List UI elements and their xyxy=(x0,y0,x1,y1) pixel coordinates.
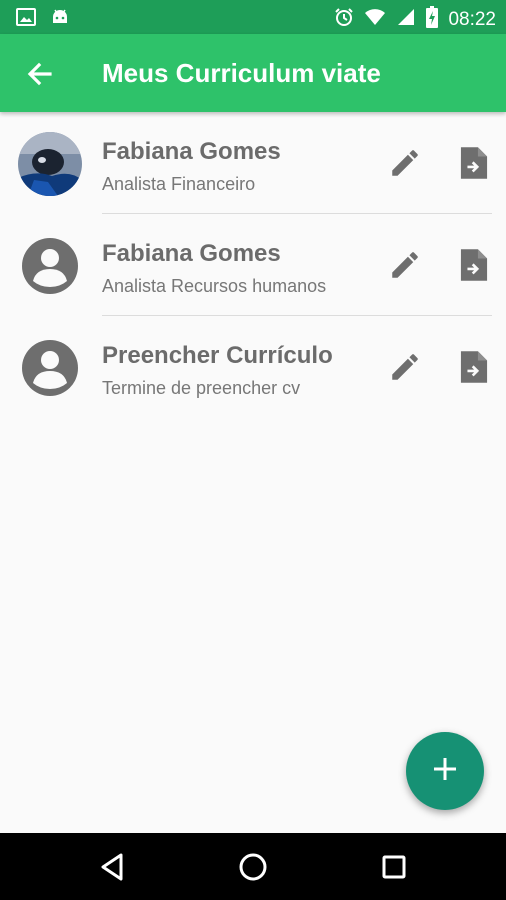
edit-button[interactable] xyxy=(388,248,422,282)
edit-button[interactable] xyxy=(388,146,422,180)
back-triangle-icon xyxy=(94,853,130,889)
list-item[interactable]: Fabiana Gomes Analista Recursos humanos xyxy=(0,214,506,316)
export-button[interactable] xyxy=(458,146,490,180)
item-name: Preencher Currículo xyxy=(102,342,333,369)
page-title: Meus Curriculum viate xyxy=(102,58,381,88)
status-time: 08:22 xyxy=(448,8,496,30)
nav-recents-button[interactable] xyxy=(376,849,412,885)
item-name: Fabiana Gomes xyxy=(102,240,281,267)
edit-icon xyxy=(388,354,422,388)
status-bar: 08:22 xyxy=(0,0,506,34)
export-button[interactable] xyxy=(458,350,490,384)
add-curriculum-button[interactable] xyxy=(406,732,484,810)
edit-icon xyxy=(388,150,422,184)
avatar xyxy=(18,132,82,196)
export-button[interactable] xyxy=(458,248,490,282)
export-file-icon xyxy=(458,249,490,286)
item-subtitle: Analista Financeiro xyxy=(102,174,256,194)
edit-icon xyxy=(388,252,422,286)
curriculum-list: Fabiana Gomes Analista Financeiro Fabian… xyxy=(0,112,506,418)
wifi-icon xyxy=(364,7,386,32)
nav-back-button[interactable] xyxy=(94,849,130,885)
item-subtitle: Termine de preencher cv xyxy=(102,378,301,398)
account-circle-icon xyxy=(18,234,82,298)
export-file-icon xyxy=(458,147,490,184)
nav-home-button[interactable] xyxy=(235,849,271,885)
edit-button[interactable] xyxy=(388,350,422,384)
item-subtitle: Analista Recursos humanos xyxy=(102,276,327,296)
home-circle-icon xyxy=(235,853,271,889)
system-nav-bar xyxy=(0,833,506,900)
android-icon xyxy=(50,7,70,32)
list-item[interactable]: Fabiana Gomes Analista Financeiro xyxy=(0,112,506,214)
item-name: Fabiana Gomes xyxy=(102,138,281,165)
back-button[interactable] xyxy=(22,56,58,92)
recents-square-icon xyxy=(376,855,412,889)
app-bar: Meus Curriculum viate xyxy=(0,34,506,112)
battery-icon xyxy=(426,6,439,33)
account-circle-icon xyxy=(18,336,82,400)
signal-icon xyxy=(396,7,416,32)
plus-icon xyxy=(431,755,459,788)
image-icon xyxy=(16,7,36,32)
export-file-icon xyxy=(458,351,490,388)
list-item[interactable]: Preencher Currículo Termine de preencher… xyxy=(0,316,506,418)
arrow-back-icon xyxy=(22,62,58,96)
alarm-icon xyxy=(334,7,354,32)
